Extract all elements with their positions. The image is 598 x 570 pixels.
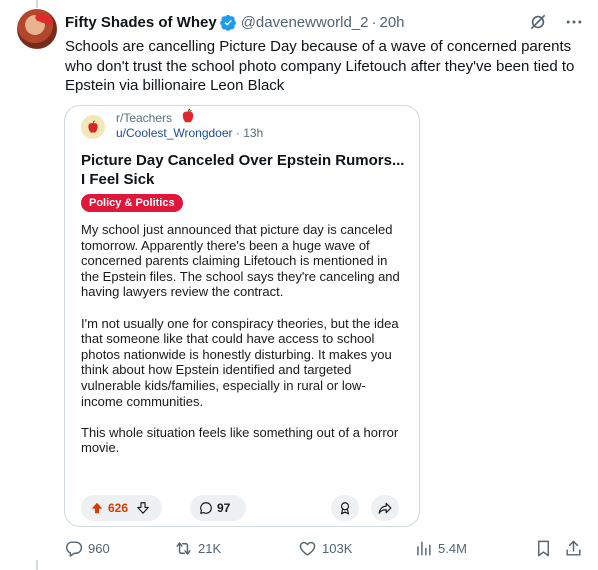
tweet-actions: 960 21K 103K 5.4M [64, 538, 584, 558]
reply-button[interactable]: 960 [64, 538, 110, 558]
views-count: 5.4M [438, 540, 467, 556]
vote-count: 626 [108, 501, 129, 515]
verified-icon [219, 14, 236, 31]
repost-count: 21K [198, 540, 222, 556]
tweet-text: Schools are cancelling Picture Day becau… [65, 38, 575, 94]
post-author-name[interactable]: u/Coolest_Wrongdoer [116, 126, 233, 140]
bookmark-icon [538, 540, 549, 556]
reply-count: 960 [88, 540, 110, 556]
views-button[interactable]: 5.4M [414, 538, 467, 558]
post-paragraph: This whole situation feels like somethin… [81, 424, 399, 456]
thread-line-top [36, 0, 38, 8]
grok-icon[interactable] [528, 12, 548, 32]
like-button[interactable]: 103K [298, 538, 352, 558]
more-icon[interactable] [564, 12, 584, 32]
upvote-icon[interactable] [90, 501, 104, 515]
repost-icon [176, 541, 191, 555]
comments-button[interactable]: 97 [190, 495, 246, 521]
subreddit-avatar [81, 115, 105, 139]
award-icon [340, 502, 350, 515]
post-flair: Policy & Politics [81, 194, 183, 212]
separator-dot: · [371, 13, 377, 31]
subreddit-name[interactable]: r/Teachers [116, 111, 172, 125]
post-actions: 626 97 [81, 495, 403, 521]
post-body: My school just announced that picture da… [81, 222, 406, 472]
embedded-reddit-card[interactable]: r/Teachers u/Coolest_Wrongdoer · 13h Pic… [64, 105, 420, 527]
post-author[interactable]: u/Coolest_Wrongdoer · 13h [116, 126, 263, 140]
post-paragraph: I'm not usually one for conspiracy theor… [81, 315, 399, 409]
apple-icon [182, 108, 194, 123]
vote-control: 626 [81, 495, 162, 521]
reply-icon [65, 540, 83, 557]
like-icon [299, 541, 316, 556]
post-paragraph: My school just announced that picture da… [81, 222, 400, 300]
post-title: Picture Day Canceled Over Epstein Rumors… [81, 152, 405, 188]
comment-icon [200, 502, 212, 514]
share-icon [566, 540, 581, 556]
display-name[interactable]: Fifty Shades of Whey [65, 14, 217, 31]
timestamp[interactable]: 20h [380, 14, 405, 31]
views-icon [417, 540, 431, 556]
thread-line-bottom [36, 560, 38, 570]
handle[interactable]: @davenewworld_2 [241, 14, 369, 31]
downvote-icon[interactable] [136, 501, 150, 515]
tweet-header: Fifty Shades of Whey @davenewworld_2 · 2… [65, 10, 588, 34]
share-button[interactable] [371, 495, 399, 521]
share-tweet-button[interactable] [564, 538, 588, 558]
avatar[interactable] [17, 9, 57, 49]
apple-icon [88, 120, 98, 133]
bookmark-button[interactable] [534, 538, 558, 558]
award-button[interactable] [331, 495, 359, 521]
like-count: 103K [322, 540, 353, 556]
post-time: · 13h [235, 126, 264, 140]
repost-button[interactable]: 21K [174, 538, 221, 558]
comment-count: 97 [217, 501, 231, 515]
share-icon [378, 502, 392, 514]
